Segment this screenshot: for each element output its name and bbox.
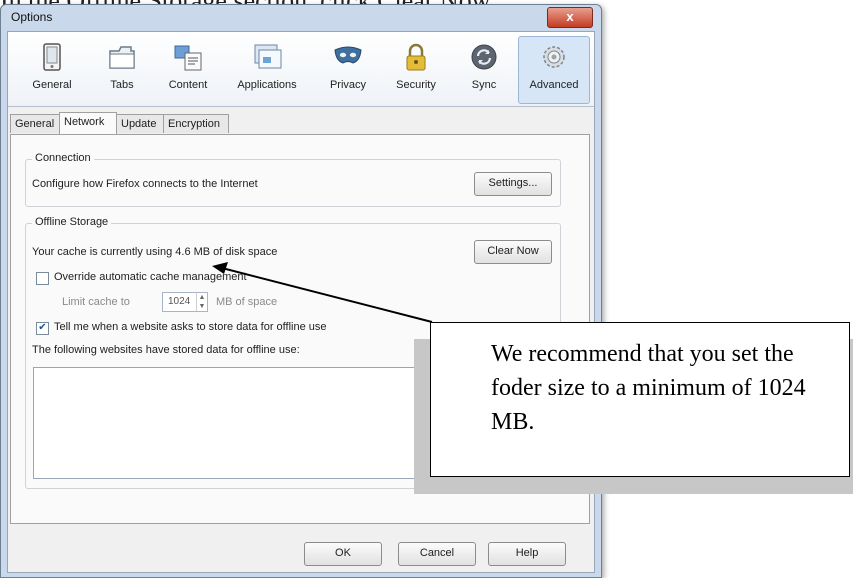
limit-cache-unit: MB of space: [216, 296, 278, 308]
preferences-toolbar: General Tabs Content Applications Privac…: [8, 32, 594, 107]
help-button[interactable]: Help: [488, 542, 566, 566]
toolbar-sync[interactable]: Sync: [450, 36, 518, 104]
subtab-update[interactable]: Update: [116, 114, 164, 133]
toolbar-applications[interactable]: Applications: [226, 36, 308, 104]
subtab-general[interactable]: General: [10, 114, 60, 133]
toolbar-applications-label: Applications: [237, 79, 297, 91]
limit-cache-label: Limit cache to: [62, 296, 130, 308]
override-cache-label: Override automatic cache management: [54, 271, 247, 283]
close-button[interactable]: x: [547, 7, 593, 28]
subtab-network[interactable]: Network: [59, 112, 117, 134]
limit-cache-spinner[interactable]: 1024 ▲ ▼: [162, 292, 208, 312]
toolbar-security-label: Security: [396, 79, 436, 91]
toolbar-advanced[interactable]: Advanced: [518, 36, 590, 104]
toolbar-privacy-label: Privacy: [329, 79, 367, 91]
callout-text: We recommend that you set the foder size…: [491, 341, 806, 435]
subtab-encryption[interactable]: Encryption: [163, 114, 229, 133]
checkmark-icon: ✔: [38, 322, 47, 333]
connection-group: Connection Configure how Firefox connect…: [25, 152, 561, 207]
connection-title: Connection: [32, 152, 94, 164]
settings-button[interactable]: Settings...: [474, 172, 552, 196]
toolbar-tabs[interactable]: Tabs: [88, 36, 156, 104]
security-icon: [406, 43, 426, 71]
limit-cache-value: 1024: [168, 296, 191, 307]
toolbar-sync-label: Sync: [471, 79, 497, 91]
privacy-icon: [334, 46, 362, 64]
general-icon: [43, 43, 61, 71]
toolbar-advanced-label: Advanced: [529, 79, 579, 91]
sync-icon: [471, 44, 497, 70]
offline-storage-title: Offline Storage: [32, 216, 112, 228]
tabs-icon: [109, 46, 135, 69]
toolbar-general[interactable]: General: [18, 36, 86, 104]
applications-icon: [254, 44, 282, 69]
toolbar-security[interactable]: Security: [382, 36, 450, 104]
title-bar[interactable]: Options x: [1, 5, 601, 31]
ok-button[interactable]: OK: [304, 542, 382, 566]
clear-now-button[interactable]: Clear Now: [474, 240, 552, 264]
toolbar-general-label: General: [32, 79, 72, 91]
advanced-icon: [543, 46, 565, 68]
toolbar-tabs-label: Tabs: [110, 79, 134, 91]
cache-usage-text: Your cache is currently using 4.6 MB of …: [32, 246, 278, 258]
toolbar-content-label: Content: [168, 79, 208, 91]
cancel-button[interactable]: Cancel: [398, 542, 476, 566]
spinner-arrows-icon[interactable]: ▲ ▼: [196, 293, 207, 311]
tell-me-checkbox[interactable]: ✔: [36, 322, 49, 335]
content-icon: [174, 45, 202, 71]
tell-me-label: Tell me when a website asks to store dat…: [54, 321, 327, 333]
offline-websites-label: The following websites have stored data …: [32, 344, 300, 356]
toolbar-privacy[interactable]: Privacy: [314, 36, 382, 104]
toolbar-content[interactable]: Content: [154, 36, 222, 104]
override-cache-checkbox[interactable]: [36, 272, 49, 285]
callout-box: We recommend that you set the foder size…: [430, 322, 850, 477]
window-title: Options: [11, 10, 53, 24]
connection-description: Configure how Firefox connects to the In…: [32, 178, 258, 190]
